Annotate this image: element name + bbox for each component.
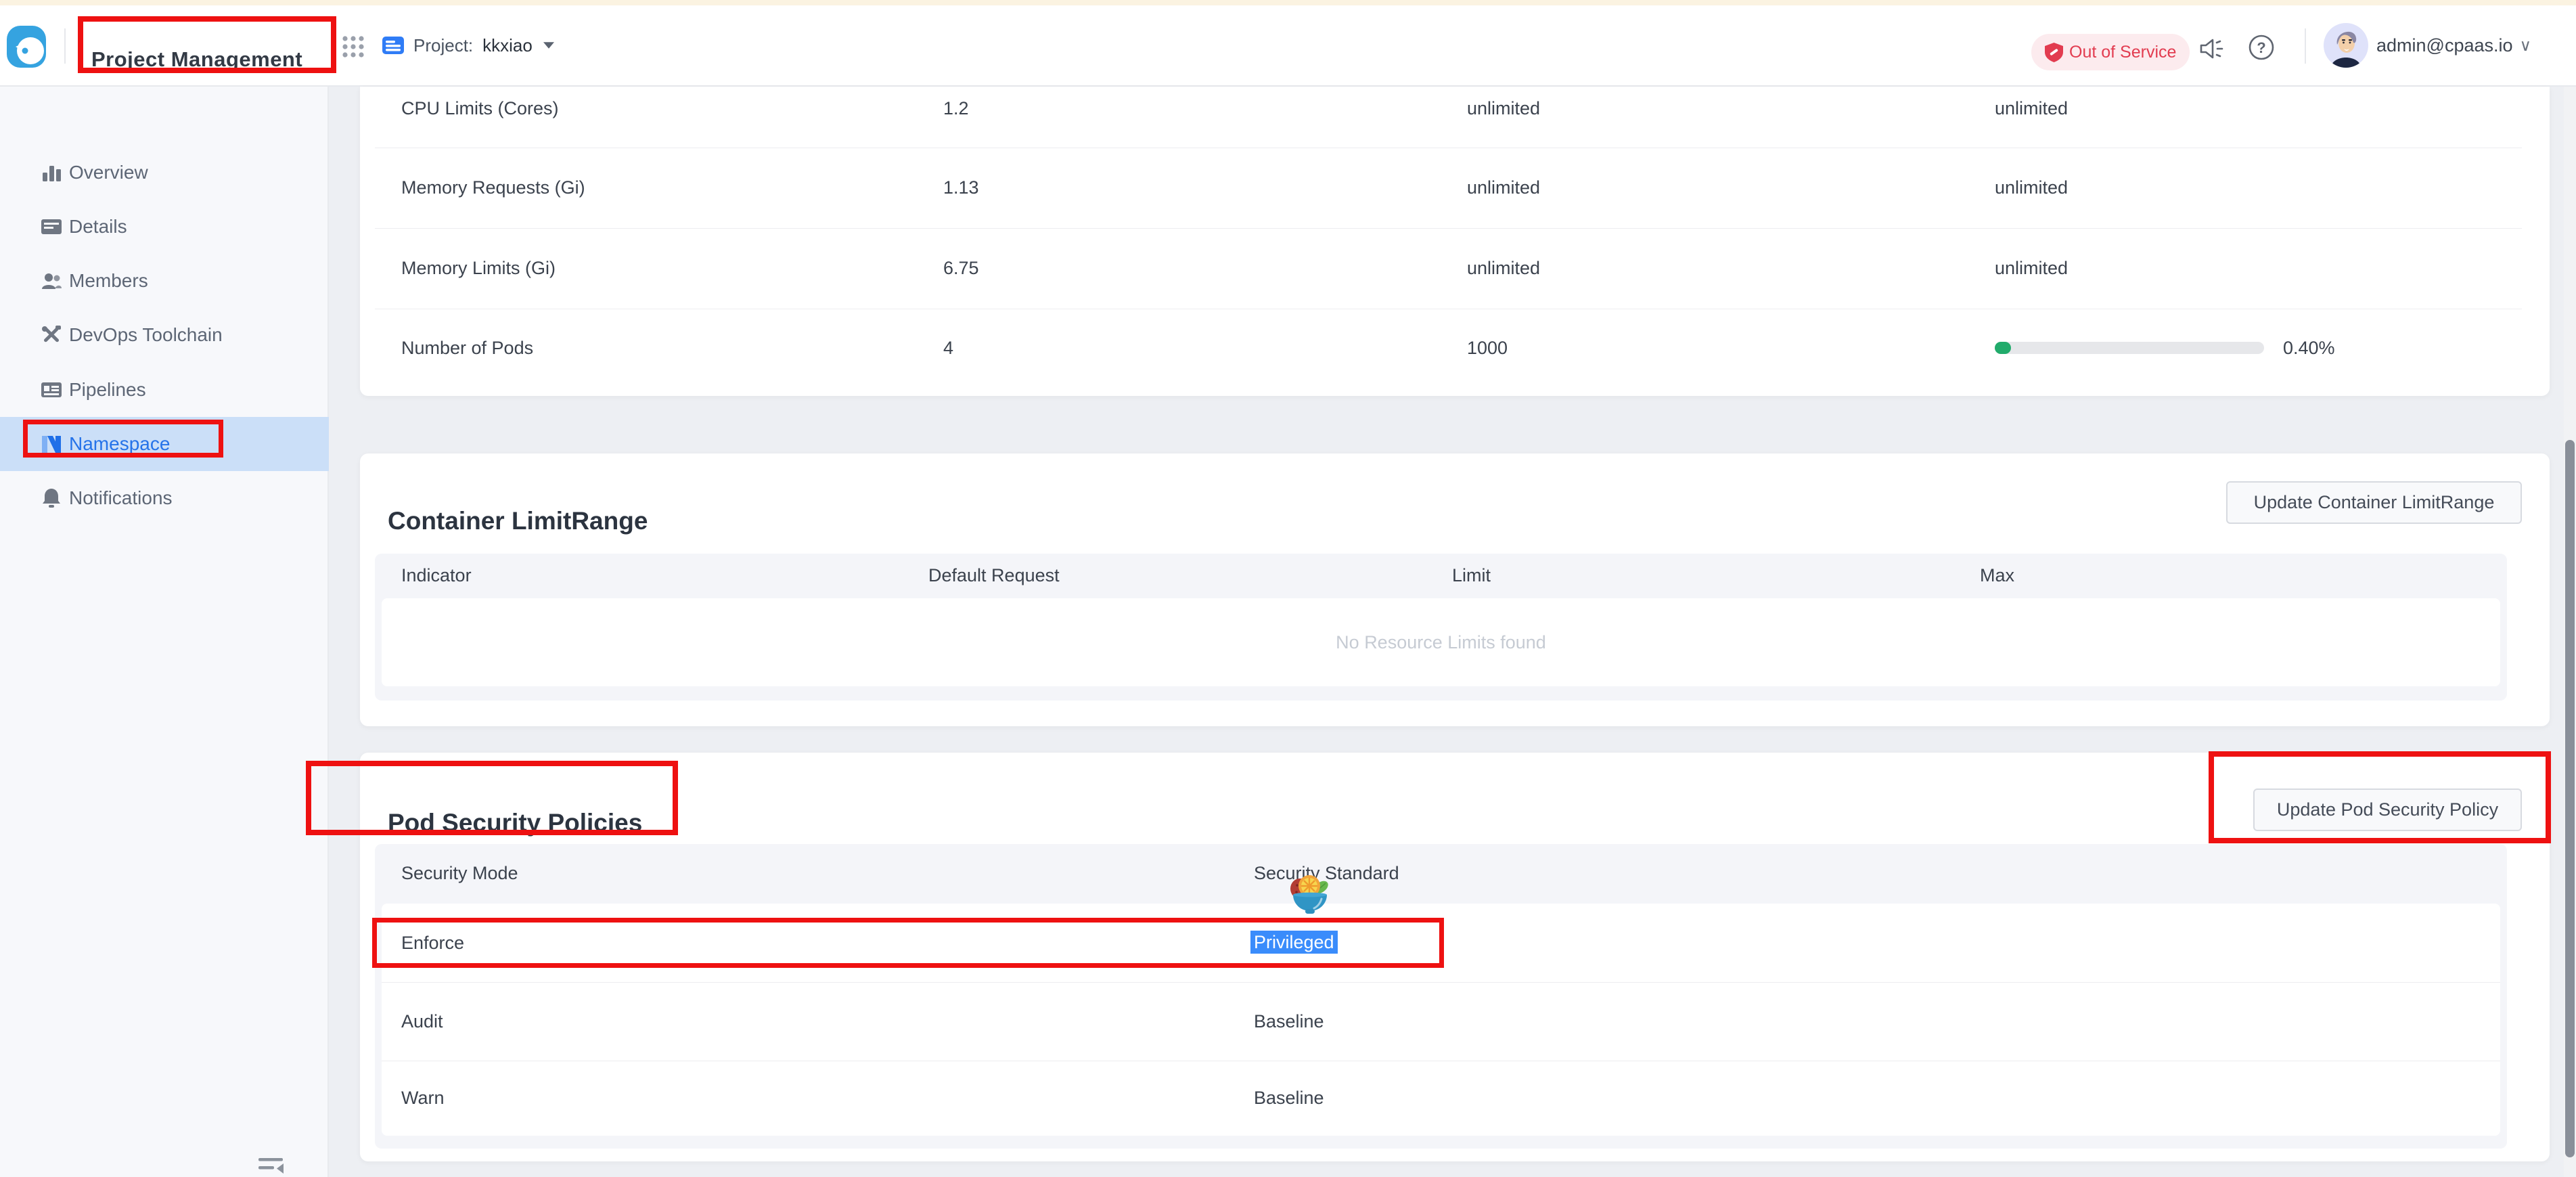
quota-row-limit: unlimited bbox=[1995, 97, 2068, 119]
security-standard: Baseline bbox=[1254, 1011, 1324, 1032]
table-row-audit: Audit Baseline bbox=[382, 982, 2500, 1061]
header-divider-2 bbox=[2305, 28, 2306, 64]
pods-progress-track bbox=[1995, 342, 2264, 354]
browser-top-strip bbox=[0, 0, 2576, 5]
security-standard-selected: Privileged bbox=[1250, 931, 1338, 954]
quota-row-name: Memory Limits (Gi) bbox=[401, 257, 556, 279]
column-header: Indicator bbox=[401, 565, 472, 586]
collapse-sidebar-icon[interactable] bbox=[258, 1156, 284, 1176]
header-divider bbox=[64, 28, 66, 64]
speaker-icon[interactable] bbox=[2199, 38, 2229, 60]
pod-security-table: Security Mode Security Standard Enforce … bbox=[375, 844, 2507, 1149]
project-value: kkxiao bbox=[482, 35, 533, 56]
bar-chart-icon bbox=[39, 160, 64, 185]
project-folder-icon bbox=[382, 35, 404, 55]
table-row: Memory Requests (Gi) 1.13 unlimited unli… bbox=[375, 148, 2522, 228]
quota-row-limit: unlimited bbox=[1995, 177, 2068, 198]
update-container-limitrange-button[interactable]: Update Container LimitRange bbox=[2226, 481, 2522, 524]
user-email: admin@cpaas.io bbox=[2376, 35, 2513, 56]
section-title-pod-security: Pod Security Policies bbox=[388, 809, 642, 837]
table-row: Memory Limits (Gi) 6.75 unlimited unlimi… bbox=[375, 228, 2522, 309]
sidebar-item-label: Details bbox=[69, 216, 127, 238]
project-switcher[interactable]: Project: kkxiao bbox=[382, 5, 556, 85]
app-grid-icon[interactable] bbox=[342, 35, 365, 58]
column-header: Max bbox=[1980, 565, 2014, 586]
sidebar-item-label: Overview bbox=[69, 162, 148, 183]
column-header: Limit bbox=[1452, 565, 1491, 586]
sidebar: Overview Details Members bbox=[0, 87, 329, 1177]
security-standard: Baseline bbox=[1254, 1087, 1324, 1109]
resource-quota-card: CPU Limits (Cores) 1.2 unlimited unlimit… bbox=[360, 87, 2550, 396]
svg-text:?: ? bbox=[2257, 39, 2265, 56]
table-row: CPU Limits (Cores) 1.2 unlimited unlimit… bbox=[375, 87, 2522, 148]
quota-row-quota: unlimited bbox=[1467, 257, 1540, 279]
fruit-bowl-cursor-icon bbox=[1288, 870, 1332, 916]
sidebar-item-label: Namespace bbox=[69, 433, 170, 455]
security-mode: Audit bbox=[401, 1011, 443, 1032]
sidebar-item-namespace[interactable]: Namespace bbox=[0, 417, 329, 471]
sidebar-item-overview[interactable]: Overview bbox=[0, 146, 329, 200]
sidebar-item-label: Pipelines bbox=[69, 379, 146, 401]
pod-security-policies-card: Pod Security Policies Update Pod Securit… bbox=[360, 753, 2550, 1161]
project-label: Project: bbox=[413, 35, 473, 56]
container-limitrange-card: Container LimitRange Update Container Li… bbox=[360, 453, 2550, 726]
quota-row-used: 6.75 bbox=[943, 257, 979, 279]
sidebar-item-label: Notifications bbox=[69, 487, 173, 509]
limitrange-table: Indicator Default Request Limit Max No R… bbox=[375, 554, 2507, 701]
sidebar-item-devops-toolchain[interactable]: DevOps Toolchain bbox=[0, 308, 329, 362]
avatar[interactable] bbox=[2324, 23, 2368, 68]
shield-icon bbox=[2045, 43, 2063, 62]
sidebar-item-pipelines[interactable]: Pipelines bbox=[0, 363, 329, 417]
sidebar-item-members[interactable]: Members bbox=[0, 254, 329, 308]
quota-row-quota: unlimited bbox=[1467, 97, 1540, 119]
empty-state-text: No Resource Limits found bbox=[382, 598, 2500, 686]
chevron-down-icon: ∨ bbox=[2520, 36, 2532, 55]
limitrange-empty-body: No Resource Limits found bbox=[382, 598, 2500, 686]
update-pod-security-policy-button[interactable]: Update Pod Security Policy bbox=[2253, 789, 2522, 831]
user-menu[interactable]: admin@cpaas.io ∨ bbox=[2376, 5, 2531, 85]
sidebar-item-details[interactable]: Details bbox=[0, 200, 329, 254]
table-row: Number of Pods 4 1000 0.40% bbox=[375, 309, 2522, 388]
column-header: Default Request bbox=[928, 565, 1060, 586]
quota-row-name: CPU Limits (Cores) bbox=[401, 97, 559, 119]
people-icon bbox=[39, 269, 64, 293]
table-row-warn: Warn Baseline bbox=[382, 1061, 2500, 1136]
quota-row-used: 1.13 bbox=[943, 177, 979, 198]
quota-row-quota: 1000 bbox=[1467, 337, 1508, 359]
app-header: Project Management Project: kkxiao bbox=[0, 5, 2576, 87]
namespace-n-icon bbox=[39, 432, 64, 456]
pod-security-table-body: Enforce Privileged Audit Baseline Warn B… bbox=[382, 904, 2500, 1136]
alauda-logo-icon[interactable] bbox=[7, 26, 46, 68]
screen: Project Management Project: kkxiao bbox=[0, 0, 2576, 1177]
pipeline-card-icon bbox=[39, 378, 64, 402]
security-mode: Enforce bbox=[401, 932, 464, 954]
security-mode: Warn bbox=[401, 1087, 445, 1109]
table-row-enforce: Enforce Privileged bbox=[382, 904, 2500, 982]
caret-down-icon bbox=[543, 42, 554, 49]
sidebar-item-notifications[interactable]: Notifications bbox=[0, 471, 329, 525]
pods-progress-label: 0.40% bbox=[2283, 337, 2335, 359]
scrollbar-thumb[interactable] bbox=[2565, 440, 2575, 1157]
quota-row-used: 4 bbox=[943, 337, 953, 359]
details-card-icon bbox=[39, 215, 64, 239]
quota-row-used: 1.2 bbox=[943, 97, 969, 119]
section-title-limitrange: Container LimitRange bbox=[388, 507, 648, 535]
quota-row-quota: unlimited bbox=[1467, 177, 1540, 198]
sidebar-item-label: Members bbox=[69, 270, 148, 292]
status-badge: Out of Service bbox=[2031, 34, 2190, 70]
sidebar-item-label: DevOps Toolchain bbox=[69, 324, 223, 346]
bell-icon bbox=[39, 486, 64, 510]
quota-row-limit: unlimited bbox=[1995, 257, 2068, 279]
column-header: Security Mode bbox=[401, 863, 518, 884]
status-badge-label: Out of Service bbox=[2069, 43, 2176, 62]
quota-row-name: Number of Pods bbox=[401, 337, 533, 359]
tools-icon bbox=[39, 323, 64, 347]
help-icon[interactable]: ? bbox=[2248, 34, 2275, 61]
quota-row-name: Memory Requests (Gi) bbox=[401, 177, 585, 198]
pods-progress-fill bbox=[1995, 342, 2011, 354]
